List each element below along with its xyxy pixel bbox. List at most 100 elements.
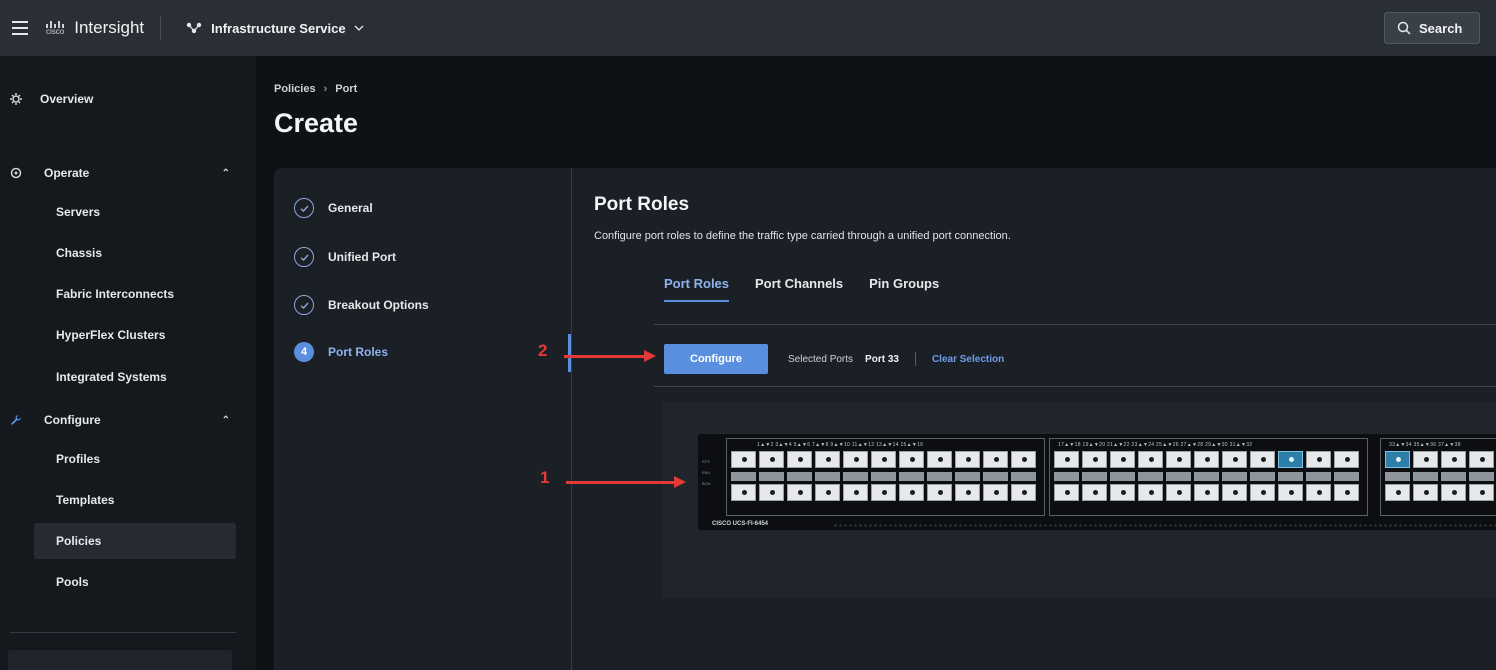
switch-port-20[interactable]: [1082, 484, 1107, 501]
app-logo[interactable]: cisco Intersight: [40, 16, 162, 40]
switch-port-36[interactable]: [1306, 484, 1331, 501]
switch-vent: [833, 523, 1496, 528]
search-button[interactable]: Search: [1384, 12, 1480, 44]
switch-port-4[interactable]: [759, 484, 784, 501]
port-label-strip: [1011, 472, 1036, 481]
switch-port-23[interactable]: [1138, 451, 1163, 468]
switch-port-18[interactable]: [955, 484, 980, 501]
switch-view: STS ENV BCN 1▲▼2 3▲▼4 5▲▼6 7▲▼8 9▲▼10 11▲▼…: [662, 402, 1496, 598]
switch-port-7[interactable]: [815, 451, 840, 468]
annotation-number: 2: [538, 341, 548, 360]
clear-selection-link[interactable]: Clear Selection: [932, 354, 1004, 365]
sidebar-item-hyperflex-clusters[interactable]: HyperFlex Clusters: [34, 317, 236, 353]
step-general[interactable]: General: [294, 198, 373, 218]
step-number-badge: 4: [294, 342, 314, 362]
switch-port-18[interactable]: [1054, 484, 1079, 501]
switch-port-29[interactable]: [1222, 451, 1247, 468]
switch-port-27[interactable]: [1194, 451, 1219, 468]
switch-port-36[interactable]: [1413, 484, 1438, 501]
switch-port-30[interactable]: [1222, 484, 1247, 501]
section-description: Configure port roles to define the traff…: [594, 230, 1011, 242]
switch-port-24[interactable]: [1138, 484, 1163, 501]
switch-port-38[interactable]: [1441, 484, 1466, 501]
breadcrumb-policies[interactable]: Policies: [274, 83, 316, 95]
sidebar-item-templates[interactable]: Templates: [34, 482, 236, 518]
tab-bar: Port Roles Port Channels Pin Groups: [664, 276, 939, 302]
chevron-up-icon: ⌃: [221, 167, 230, 179]
switch-port-22[interactable]: [1110, 484, 1135, 501]
port-label-strip: [899, 472, 924, 481]
switch-port-15[interactable]: [927, 451, 952, 468]
switch-port-9[interactable]: [843, 451, 868, 468]
switch-port-37[interactable]: [1334, 451, 1359, 468]
switch-port-16[interactable]: [927, 484, 952, 501]
switch-model-label: CISCO UCS-FI-6454: [712, 521, 769, 527]
step-breakout-options[interactable]: Breakout Options: [294, 295, 429, 315]
breadcrumb: Policies › Port: [274, 83, 357, 95]
switch-port-19[interactable]: [1082, 451, 1107, 468]
switch-port-11[interactable]: [871, 451, 896, 468]
step-port-roles[interactable]: 4 Port Roles: [294, 342, 388, 362]
sidebar-section-configure[interactable]: Configure ⌃: [10, 413, 230, 427]
service-selector[interactable]: Infrastructure Service: [161, 20, 364, 36]
switch-port-35[interactable]: [1306, 451, 1331, 468]
sidebar-item-label: Fabric Interconnects: [56, 287, 175, 301]
switch-port-14[interactable]: [899, 484, 924, 501]
switch-port-20[interactable]: [983, 484, 1008, 501]
switch-port-34[interactable]: [1278, 484, 1303, 501]
switch-port-31[interactable]: [1250, 451, 1275, 468]
sidebar-item-servers[interactable]: Servers: [34, 194, 236, 230]
annotation-number: 1: [540, 468, 550, 487]
menu-icon[interactable]: [0, 0, 40, 56]
switch-port-32[interactable]: [1250, 484, 1275, 501]
switch-port-1[interactable]: [731, 451, 756, 468]
switch-port-28[interactable]: [1194, 484, 1219, 501]
switch-port-26[interactable]: [1166, 484, 1191, 501]
switch-port-21[interactable]: [1011, 451, 1036, 468]
switch-port-38[interactable]: [1334, 484, 1359, 501]
sidebar-footer[interactable]: [8, 650, 232, 670]
switch-port-37[interactable]: [1441, 451, 1466, 468]
sidebar-item-pools[interactable]: Pools: [34, 564, 236, 600]
sidebar-item-chassis[interactable]: Chassis: [34, 235, 236, 271]
switch-port-13[interactable]: [899, 451, 924, 468]
switch-port-17[interactable]: [955, 451, 980, 468]
cisco-logo-icon: cisco: [46, 20, 64, 36]
switch-port-21[interactable]: [1110, 451, 1135, 468]
tab-pin-groups[interactable]: Pin Groups: [869, 276, 939, 302]
configure-button[interactable]: Configure: [664, 344, 768, 374]
sidebar-section-operate[interactable]: Operate ⌃: [10, 166, 230, 180]
switch-port-8[interactable]: [815, 484, 840, 501]
switch-port-6[interactable]: [787, 484, 812, 501]
switch-port-22[interactable]: [1011, 484, 1036, 501]
port-toolbar: Configure Selected Ports Port 33 Clear S…: [664, 344, 1004, 374]
service-label: Infrastructure Service: [211, 20, 346, 36]
switch-port-10[interactable]: [843, 484, 868, 501]
switch-port-3[interactable]: [759, 451, 784, 468]
sidebar-item-label: Servers: [56, 205, 101, 219]
switch-port-19[interactable]: [983, 451, 1008, 468]
sidebar-item-label: Profiles: [56, 452, 101, 466]
switch-port-34[interactable]: [1385, 484, 1410, 501]
switch-port-12[interactable]: [871, 484, 896, 501]
switch-port-35[interactable]: [1413, 451, 1438, 468]
port-label-strip: [1138, 472, 1163, 481]
tab-port-channels[interactable]: Port Channels: [755, 276, 843, 302]
switch-port-25[interactable]: [1166, 451, 1191, 468]
switch-port-33[interactable]: [1278, 451, 1303, 468]
sidebar-item-fabric-interconnects[interactable]: Fabric Interconnects: [34, 276, 236, 312]
sidebar-item-profiles[interactable]: Profiles: [34, 441, 236, 477]
switch-port-2[interactable]: [731, 484, 756, 501]
switch-port-17[interactable]: [1054, 451, 1079, 468]
sidebar-section-label: Operate: [44, 166, 90, 180]
switch-port-33[interactable]: [1385, 451, 1410, 468]
tab-port-roles[interactable]: Port Roles: [664, 276, 730, 302]
sidebar-item-integrated-systems[interactable]: Integrated Systems: [34, 359, 236, 395]
switch-port-39[interactable]: [1469, 451, 1494, 468]
switch-port-5[interactable]: [787, 451, 812, 468]
step-unified-port[interactable]: Unified Port: [294, 247, 396, 267]
sidebar-item-policies[interactable]: Policies: [34, 523, 236, 559]
port-label-strip: [955, 472, 980, 481]
switch-port-40[interactable]: [1469, 484, 1494, 501]
sidebar-item-overview[interactable]: Overview: [10, 92, 93, 106]
